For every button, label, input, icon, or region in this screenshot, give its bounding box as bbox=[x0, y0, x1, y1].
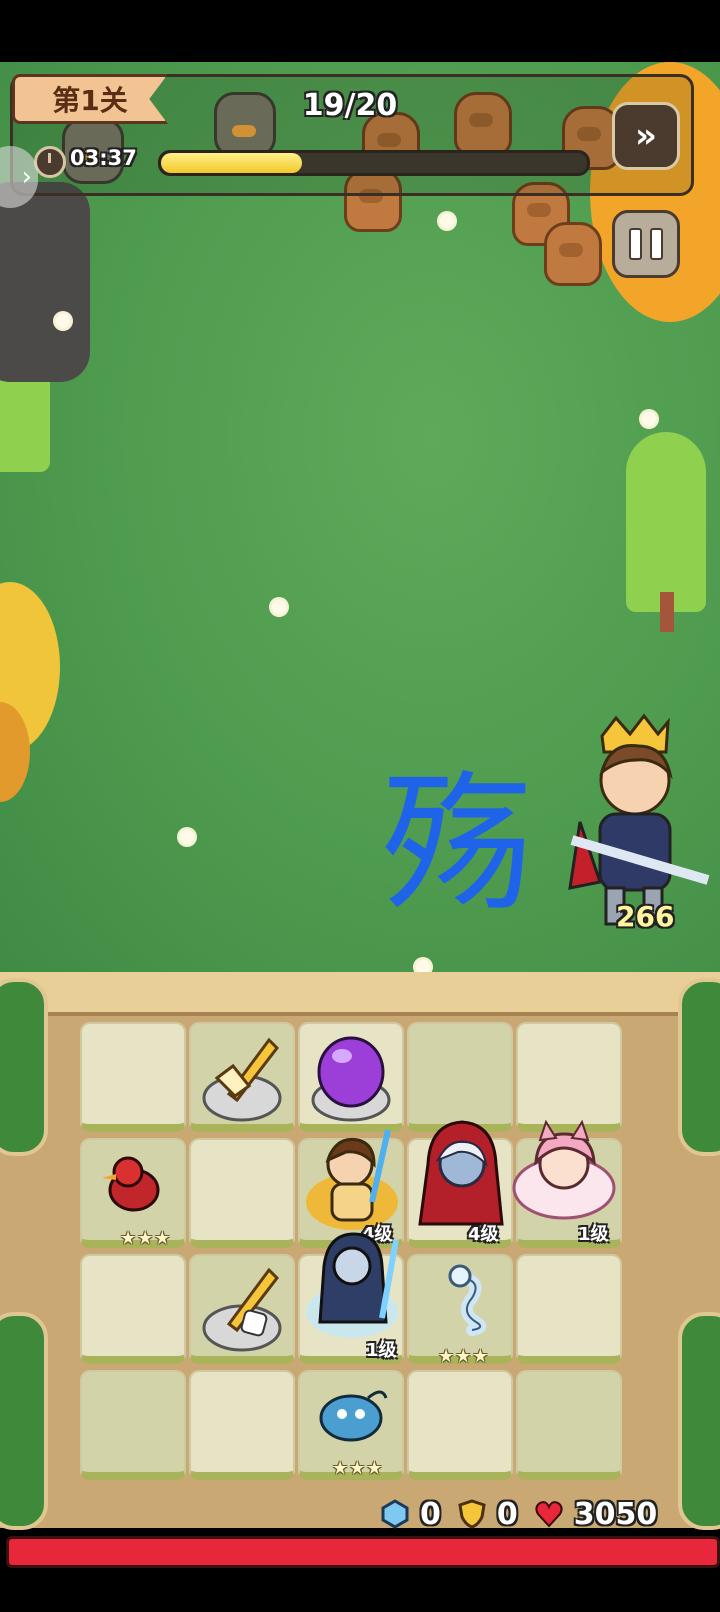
grid-cell[interactable] bbox=[80, 1370, 186, 1480]
flower bbox=[272, 600, 286, 614]
purple-gem-item[interactable] bbox=[308, 1026, 394, 1122]
purple-gem-icon bbox=[311, 1036, 391, 1122]
pause-icon-bar bbox=[650, 228, 663, 260]
grid-cell[interactable] bbox=[516, 1254, 622, 1364]
wave-progress-bar bbox=[158, 150, 590, 176]
grid-cell[interactable] bbox=[407, 1370, 513, 1480]
status-bar bbox=[0, 0, 720, 62]
crystal-icon bbox=[381, 1499, 409, 1529]
grid-cell[interactable] bbox=[516, 1022, 622, 1132]
sword-dice-icon bbox=[202, 1267, 282, 1352]
star-rating: ★★★ bbox=[120, 1228, 172, 1249]
bottom-bar bbox=[0, 1568, 720, 1612]
unit-level: 1级 bbox=[578, 1224, 609, 1245]
board-wall bbox=[0, 972, 720, 1016]
pine-tree-right bbox=[626, 432, 706, 612]
red-bird-unit[interactable] bbox=[94, 1146, 174, 1226]
resource-bar: 0 0 3050 bbox=[380, 1494, 673, 1534]
grid-cell[interactable] bbox=[80, 1254, 186, 1364]
star-rating: ★★★ bbox=[332, 1458, 384, 1479]
hedge-left-top bbox=[0, 978, 48, 1156]
golden-sword-dice-item[interactable] bbox=[199, 1256, 285, 1352]
hedge-left-bottom bbox=[0, 1312, 48, 1530]
grid-cell[interactable] bbox=[189, 1370, 295, 1480]
grid-cell[interactable] bbox=[80, 1022, 186, 1132]
shield-count: 0 bbox=[496, 1496, 518, 1532]
grid-cell[interactable] bbox=[516, 1370, 622, 1480]
fast-forward-icon: » bbox=[635, 116, 657, 156]
serpent-icon bbox=[448, 1264, 487, 1336]
hero-hp-value: 266 bbox=[616, 900, 675, 933]
wave-progress-fill bbox=[161, 153, 302, 173]
rock bbox=[0, 182, 90, 382]
flower bbox=[440, 214, 454, 228]
fire-warrior-hero[interactable] bbox=[302, 1122, 402, 1232]
clock-icon bbox=[34, 146, 66, 178]
ice-knight-hero[interactable] bbox=[302, 1222, 402, 1342]
crystal-count: 0 bbox=[420, 1496, 441, 1532]
golden-sword-icon bbox=[202, 1037, 282, 1122]
golden-sword-item[interactable] bbox=[199, 1026, 285, 1122]
hedge-right-top bbox=[678, 978, 720, 1156]
ice-knight-icon bbox=[306, 1232, 399, 1338]
base-hp-value: 3050 bbox=[573, 1496, 658, 1532]
timer: 03:37 bbox=[70, 146, 137, 170]
level-label: 第1关 bbox=[12, 74, 168, 124]
wave-counter: 19/20 bbox=[302, 88, 398, 123]
fox-girl-icon bbox=[512, 1119, 616, 1220]
fox-girl-hero[interactable] bbox=[508, 1118, 620, 1228]
unit-level: 4级 bbox=[468, 1224, 499, 1245]
star-rating: ★★★ bbox=[438, 1346, 490, 1367]
fire-warrior-icon bbox=[306, 1129, 398, 1230]
red-bird-icon bbox=[102, 1156, 160, 1212]
red-hood-icon bbox=[418, 1120, 504, 1226]
base-hp-bar bbox=[6, 1536, 720, 1568]
pine-trunk-right bbox=[660, 592, 674, 632]
enemy-capybara bbox=[544, 222, 602, 286]
watermark-char: 殇 bbox=[382, 758, 533, 932]
fast-forward-button[interactable]: » bbox=[612, 102, 680, 170]
red-hood-hero[interactable] bbox=[408, 1114, 514, 1230]
chevron-right-icon: › bbox=[21, 162, 32, 192]
unit-level: 1级 bbox=[366, 1340, 397, 1361]
flower bbox=[180, 830, 194, 844]
heart-icon bbox=[535, 1501, 563, 1528]
hedge-right-bottom bbox=[678, 1312, 720, 1530]
flower bbox=[56, 314, 70, 328]
blue-sprite-unit[interactable] bbox=[308, 1372, 394, 1452]
pause-icon-bar bbox=[629, 228, 642, 260]
grid-cell[interactable] bbox=[189, 1138, 295, 1248]
white-serpent-unit[interactable] bbox=[420, 1258, 500, 1338]
pause-button[interactable] bbox=[612, 210, 680, 278]
shield-icon bbox=[458, 1499, 486, 1529]
flower bbox=[642, 412, 656, 426]
unit-grid: ★★★ 4级 4级 1级 1级 ★★★ ★★★ bbox=[80, 1022, 622, 1492]
blue-sprite-icon bbox=[319, 1390, 388, 1442]
